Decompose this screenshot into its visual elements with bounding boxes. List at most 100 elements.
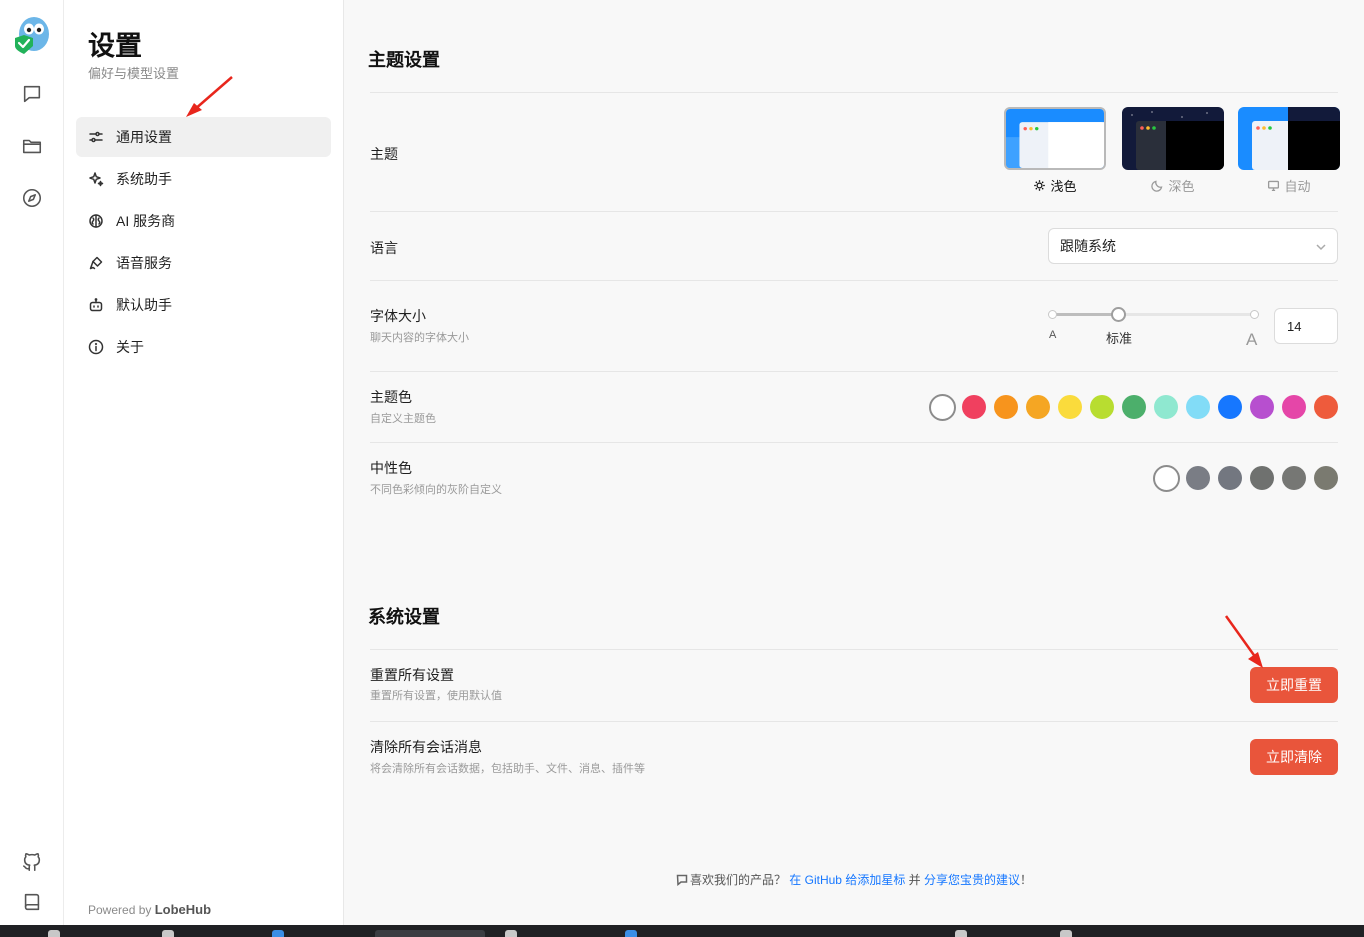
primary-color-label: 主题色 [370,389,412,405]
menu-item-label: 通用设置 [116,129,172,145]
menu-item-label: 系统助手 [116,171,172,187]
primary-color-swatch[interactable] [928,393,956,421]
theme-section-title: 主题设置 [368,50,440,70]
system-section-title: 系统设置 [368,607,440,627]
sun-icon [1033,179,1046,192]
folder-icon[interactable] [16,130,48,162]
reset-button[interactable]: 立即重置 [1250,667,1338,703]
feedback-footer: 喜欢我们的产品？ 在 GitHub 给添加星标 并 分享您宝贵的建议！ [344,871,1364,888]
theme-card-dark[interactable] [1122,107,1224,170]
primary-color-swatch[interactable] [1058,395,1082,419]
reset-label: 重置所有设置 [370,667,454,683]
taskbar-icon[interactable] [505,930,517,937]
taskbar-icon[interactable] [162,930,174,937]
font-size-slider[interactable] [1048,307,1259,322]
theme-label: 主题 [370,146,398,162]
footer-prefix: 喜欢我们的产品？ [689,873,786,887]
settings-content: 主题设置 主题 浅色 深色 自动 语言 跟随系统 字体大小 聊天内容的字体大小 … [344,0,1364,925]
divider [370,92,1338,93]
slider-dot [1250,310,1259,319]
font-size-description: 聊天内容的字体大小 [370,332,469,344]
chevron-down-icon [1315,240,1327,252]
neutral-color-swatch[interactable] [1218,466,1242,490]
font-size-label: 字体大小 [370,308,426,324]
theme-option-label: 自动 [1284,179,1311,194]
menu-item-ai-provider[interactable]: AI 服务商 [76,201,331,241]
primary-color-swatch[interactable] [1250,395,1274,419]
powered-by: Powered by LobeHub [88,902,211,917]
sparkles-icon [88,171,104,187]
feedback-icon [676,873,690,887]
feedback-link[interactable]: 分享您宝贵的建议 [924,873,1020,887]
taskbar-icon[interactable] [375,930,485,937]
taskbar-icon[interactable] [272,930,284,937]
taskbar-icon[interactable] [625,930,637,937]
slider-handle[interactable] [1110,307,1126,322]
powered-by-prefix: Powered by [88,903,152,917]
language-select-value: 跟随系统 [1060,238,1116,254]
bot-icon [88,297,104,313]
font-size-mark-large: A [1246,330,1258,349]
primary-color-swatch[interactable] [962,395,986,419]
taskbar-icon[interactable] [48,930,60,937]
menu-item-label: 语音服务 [116,255,172,271]
menu-item-default-assistant[interactable]: 默认助手 [76,285,331,325]
neutral-color-label: 中性色 [370,460,412,476]
theme-option-auto[interactable]: 自动 [1238,176,1340,195]
clear-button[interactable]: 立即清除 [1250,739,1338,775]
menu-item-general[interactable]: 通用设置 [76,117,331,157]
language-label: 语言 [370,240,398,256]
footer-suffix: ！ [1020,873,1033,887]
primary-color-swatch[interactable] [1218,395,1242,419]
primary-color-swatch[interactable] [1282,395,1306,419]
neutral-color-swatch[interactable] [1186,466,1210,490]
sliders-icon [88,129,104,145]
primary-color-swatch[interactable] [1186,395,1210,419]
theme-option-dark[interactable]: 深色 [1122,176,1224,195]
font-size-mark-standard: 标准 [1106,331,1133,346]
menu-item-voice-service[interactable]: 语音服务 [76,243,331,283]
primary-color-description: 自定义主题色 [370,413,436,425]
neutral-color-swatch[interactable] [1152,464,1180,492]
powered-by-brand[interactable]: LobeHub [155,902,211,917]
app-logo[interactable] [12,14,52,56]
compass-icon[interactable] [16,182,48,214]
chat-icon[interactable] [16,78,48,110]
neutral-color-swatch[interactable] [1250,466,1274,490]
theme-option-light[interactable]: 浅色 [1004,176,1106,195]
settings-title: 设置 [88,31,142,61]
settings-subtitle: 偏好与模型设置 [88,66,180,81]
icon-rail [0,0,64,925]
primary-color-swatch[interactable] [1122,395,1146,419]
neutral-color-description: 不同色彩倾向的灰阶自定义 [370,484,502,496]
primary-color-swatch[interactable] [1026,395,1050,419]
mic-icon [88,255,104,271]
primary-color-swatch[interactable] [1090,395,1114,419]
theme-card-light[interactable] [1004,107,1106,170]
neutral-color-swatch[interactable] [1282,466,1306,490]
menu-item-about[interactable]: 关于 [76,327,331,367]
menu-item-system-assistant[interactable]: 系统助手 [76,159,331,199]
info-icon [88,339,104,355]
taskbar-icon[interactable] [1060,930,1072,937]
menu-item-label: 关于 [116,339,144,355]
github-star-link[interactable]: 在 GitHub 给添加星标 [789,873,905,887]
primary-color-swatch[interactable] [1154,395,1178,419]
book-icon[interactable] [16,886,48,918]
font-size-input[interactable]: 14 [1274,308,1338,344]
neutral-color-swatch[interactable] [1314,466,1338,490]
brain-icon [88,213,104,229]
settings-menu: 设置 偏好与模型设置 通用设置 系统助手 AI 服务商 语音服务 默认助手 关于… [64,0,344,925]
menu-item-label: AI 服务商 [116,213,176,229]
divider [370,442,1338,443]
theme-card-auto[interactable] [1238,107,1340,170]
slider-fill [1052,313,1119,316]
taskbar-icon[interactable] [955,930,967,937]
theme-option-label: 深色 [1168,179,1195,194]
primary-color-swatch[interactable] [994,395,1018,419]
clear-description: 将会清除所有会话数据，包括助手、文件、消息、插件等 [370,763,645,775]
language-select[interactable]: 跟随系统 [1048,228,1338,264]
divider [370,721,1338,722]
primary-color-swatch[interactable] [1314,395,1338,419]
github-icon[interactable] [16,846,48,878]
